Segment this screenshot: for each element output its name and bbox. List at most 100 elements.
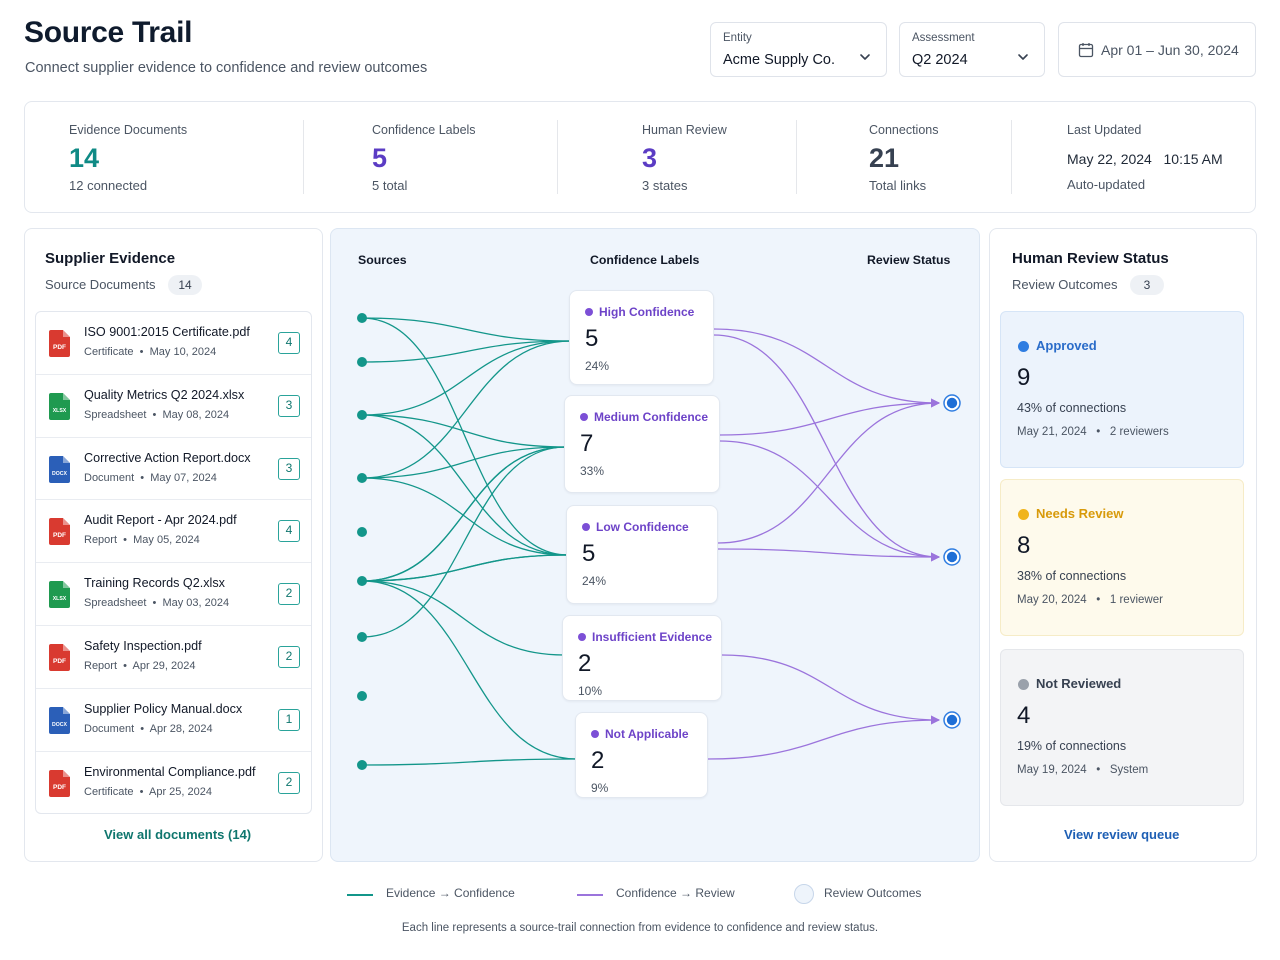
review-status-card[interactable]: Needs Review 8 38% of connections May 20, 2… <box>1000 479 1244 636</box>
confidence-percent: 9% <box>591 781 609 795</box>
confidence-name: Low Confidence <box>596 520 689 534</box>
legend-evidence-label: Evidence → Confidence <box>386 886 515 900</box>
confidence-name: Insufficient Evidence <box>592 630 713 644</box>
document-link-count[interactable]: 1 <box>278 708 300 731</box>
source-node[interactable] <box>357 473 367 483</box>
source-node[interactable] <box>357 760 367 770</box>
status-dot <box>1018 341 1029 352</box>
stat-subtext: 3 states <box>642 178 688 193</box>
document-link-count[interactable]: 2 <box>278 583 300 606</box>
stat-subtext: Auto-updated <box>1067 177 1146 192</box>
review-status-card[interactable]: Approved 9 43% of connections May 21, 2024 … <box>1000 311 1244 468</box>
stat-subtext: 12 connected <box>69 178 148 193</box>
document-name: Quality Metrics Q2 2024.xlsx <box>84 387 245 402</box>
separator-dot: • <box>1086 426 1110 438</box>
human-review-title: Human Review Status <box>1012 250 1169 267</box>
document-row[interactable]: DOCX Supplier Policy Manual.docx Document … <box>36 689 311 752</box>
confidence-percent: 24% <box>585 359 610 373</box>
source-node[interactable] <box>357 632 367 642</box>
document-row[interactable]: PDF Environmental Compliance.pdf Certifica… <box>36 752 311 813</box>
document-link-count[interactable]: 4 <box>278 332 300 354</box>
confidence-card[interactable]: Not Applicable 2 9% <box>575 712 708 798</box>
source-trail-flow: Sources Confidence Labels Review Status … <box>330 228 980 862</box>
review-status-card[interactable]: Not Reviewed 4 19% of connections May 19, 2… <box>1000 649 1244 806</box>
document-name: Supplier Policy Manual.docx <box>84 701 243 716</box>
sources-column-header: Sources <box>358 253 407 267</box>
legend-outcomes-label: Review Outcomes <box>824 886 922 900</box>
confidence-review-link <box>719 440 940 562</box>
document-date: Apr 28, 2024 <box>149 722 213 735</box>
svg-text:XLSX: XLSX <box>53 596 67 602</box>
entity-select-value: Acme Supply Co. <box>723 52 836 68</box>
confidence-review-link <box>717 398 940 544</box>
source-node[interactable] <box>357 527 367 537</box>
review-node-inner <box>946 551 958 563</box>
document-row[interactable]: XLSX Quality Metrics Q2 2024.xlsx Spreadsh… <box>36 375 311 438</box>
source-node[interactable] <box>357 357 367 367</box>
source-node[interactable] <box>357 313 367 323</box>
confidence-review-link <box>721 654 940 725</box>
document-row[interactable]: PDF ISO 9001:2015 Certificate.pdf Certific… <box>36 312 311 375</box>
date-range-value: Apr 01 – Jun 30, 2024 <box>1101 42 1239 58</box>
assessment-select-label: Assessment <box>912 32 975 44</box>
document-meta: Certificate • Apr 25, 2024 <box>84 786 212 798</box>
source-node[interactable] <box>357 691 367 701</box>
document-link-count[interactable]: 2 <box>278 771 300 794</box>
divider <box>796 120 797 194</box>
stat-label: Connections <box>869 123 939 137</box>
confidence-card[interactable]: Medium Confidence 7 33% <box>564 395 720 493</box>
view-review-queue-link[interactable]: View review queue <box>1064 827 1179 842</box>
xlsx-file-icon: XLSX <box>49 581 70 609</box>
confidence-card[interactable]: Insufficient Evidence 2 10% <box>562 615 722 701</box>
confidence-name: Not Applicable <box>605 727 689 741</box>
review-node-inner <box>946 714 958 726</box>
entity-select[interactable]: Entity Acme Supply Co. <box>710 22 887 77</box>
confidence-dot <box>591 730 599 738</box>
assessment-select-value: Q2 2024 <box>912 52 968 68</box>
separator-dot: • <box>134 722 150 735</box>
status-name: Approved <box>1036 338 1097 353</box>
document-type: Document <box>84 471 135 484</box>
divider <box>303 120 304 194</box>
status-value: 4 <box>1017 702 1031 729</box>
document-type: Report <box>84 534 118 547</box>
confidence-percent: 10% <box>578 684 603 698</box>
stat-label: Human Review <box>642 123 727 137</box>
document-link-count[interactable]: 3 <box>278 394 300 417</box>
confidence-value: 2 <box>591 747 605 774</box>
document-row[interactable]: DOCX Corrective Action Report.docx Documen… <box>36 438 311 501</box>
assessment-select[interactable]: Assessment Q2 2024 <box>899 22 1045 77</box>
separator-dot: • <box>133 346 150 358</box>
evidence-confidence-link <box>361 477 569 556</box>
confidence-dot <box>585 308 593 316</box>
document-row[interactable]: XLSX Training Records Q2.xlsx Spreadsheet … <box>36 563 311 626</box>
pdf-file-icon: PDF <box>49 769 70 797</box>
document-link-count[interactable]: 4 <box>278 520 300 543</box>
page-title: Source Trail <box>24 16 193 49</box>
view-all-documents-link[interactable]: View all documents (14) <box>104 827 251 842</box>
status-dot <box>1018 679 1029 690</box>
stat-label: Evidence Documents <box>69 123 188 137</box>
date-range-picker[interactable]: Apr 01 – Jun 30, 2024 <box>1058 22 1256 77</box>
source-node[interactable] <box>357 576 367 586</box>
separator-dot: • <box>117 660 133 672</box>
status-meta: May 20, 2024 • 1 reviewer <box>1017 594 1163 606</box>
confidence-name: Medium Confidence <box>594 410 709 424</box>
summary-stats: Evidence Documents 14 12 connected Confi… <box>24 101 1256 213</box>
separator-dot: • <box>133 785 149 798</box>
document-type: Report <box>84 660 118 672</box>
legend-review-label: Confidence → Review <box>616 886 735 900</box>
source-node[interactable] <box>357 410 367 420</box>
status-meta: May 19, 2024 • System <box>1017 764 1148 776</box>
pdf-file-icon: PDF <box>49 518 70 546</box>
document-row[interactable]: PDF Audit Report - Apr 2024.pdf Report • M… <box>36 500 311 564</box>
status-reviewers: 2 reviewers <box>1109 426 1169 438</box>
document-link-count[interactable]: 3 <box>278 457 300 480</box>
status-reviewers: 1 reviewer <box>1109 594 1163 606</box>
document-link-count[interactable]: 2 <box>278 646 300 668</box>
document-date: May 07, 2024 <box>150 471 217 484</box>
confidence-percent: 24% <box>582 574 607 588</box>
document-row[interactable]: PDF Safety Inspection.pdf Report • Apr 29,… <box>36 626 311 689</box>
confidence-card[interactable]: Low Confidence 5 24% <box>566 505 718 604</box>
confidence-card[interactable]: High Confidence 5 24% <box>569 290 714 385</box>
